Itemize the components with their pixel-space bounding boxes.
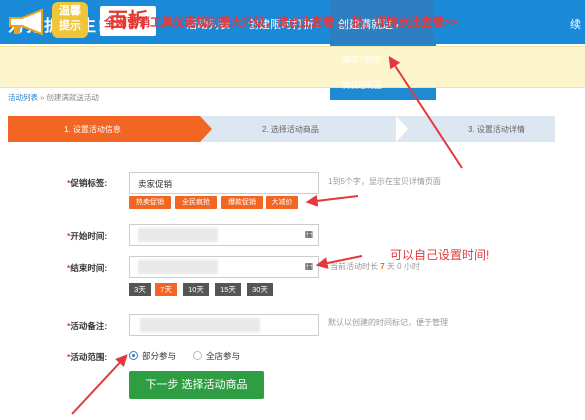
arrow-to-dropdown [388,55,463,169]
annotation-arrows [71,55,463,415]
arrow-to-end-time [315,255,363,269]
arrow-to-scope [71,354,128,415]
arrow-to-chips [305,194,359,207]
